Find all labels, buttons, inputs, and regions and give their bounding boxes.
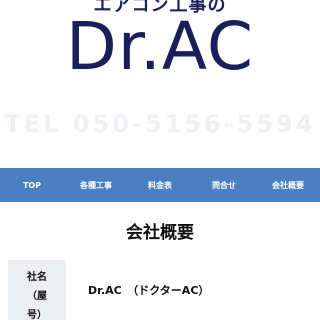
nav-item-top[interactable]: TOP [0, 181, 64, 190]
label-line: （屋 [27, 291, 47, 302]
site-logo[interactable]: Dr.AC [0, 8, 320, 86]
label-line: 社名 [27, 272, 47, 283]
nav-item-company[interactable]: 会社概要 [256, 180, 320, 191]
company-name-value: Dr.AC （ドクターAC） [88, 284, 210, 297]
page-title: 会社概要 [126, 223, 194, 243]
company-name-label: 社名 （屋 号） [8, 260, 66, 320]
label-line: 号） [27, 310, 47, 320]
company-info-table: 社名 （屋 号） Dr.AC （ドクターAC） [8, 260, 320, 320]
main-nav: TOP 各種工事 料金表 問合せ 会社概要 [0, 168, 320, 202]
nav-item-contact[interactable]: 問合せ [192, 180, 256, 191]
site-header: エアコン工事の Dr.AC TEL 050-5156-5594 [0, 0, 320, 168]
table-row: 社名 （屋 号） Dr.AC （ドクターAC） [8, 260, 320, 320]
nav-item-pricing[interactable]: 料金表 [128, 180, 192, 191]
phone-number[interactable]: TEL 050-5156-5594 [0, 110, 320, 138]
nav-item-services[interactable]: 各種工事 [64, 180, 128, 191]
